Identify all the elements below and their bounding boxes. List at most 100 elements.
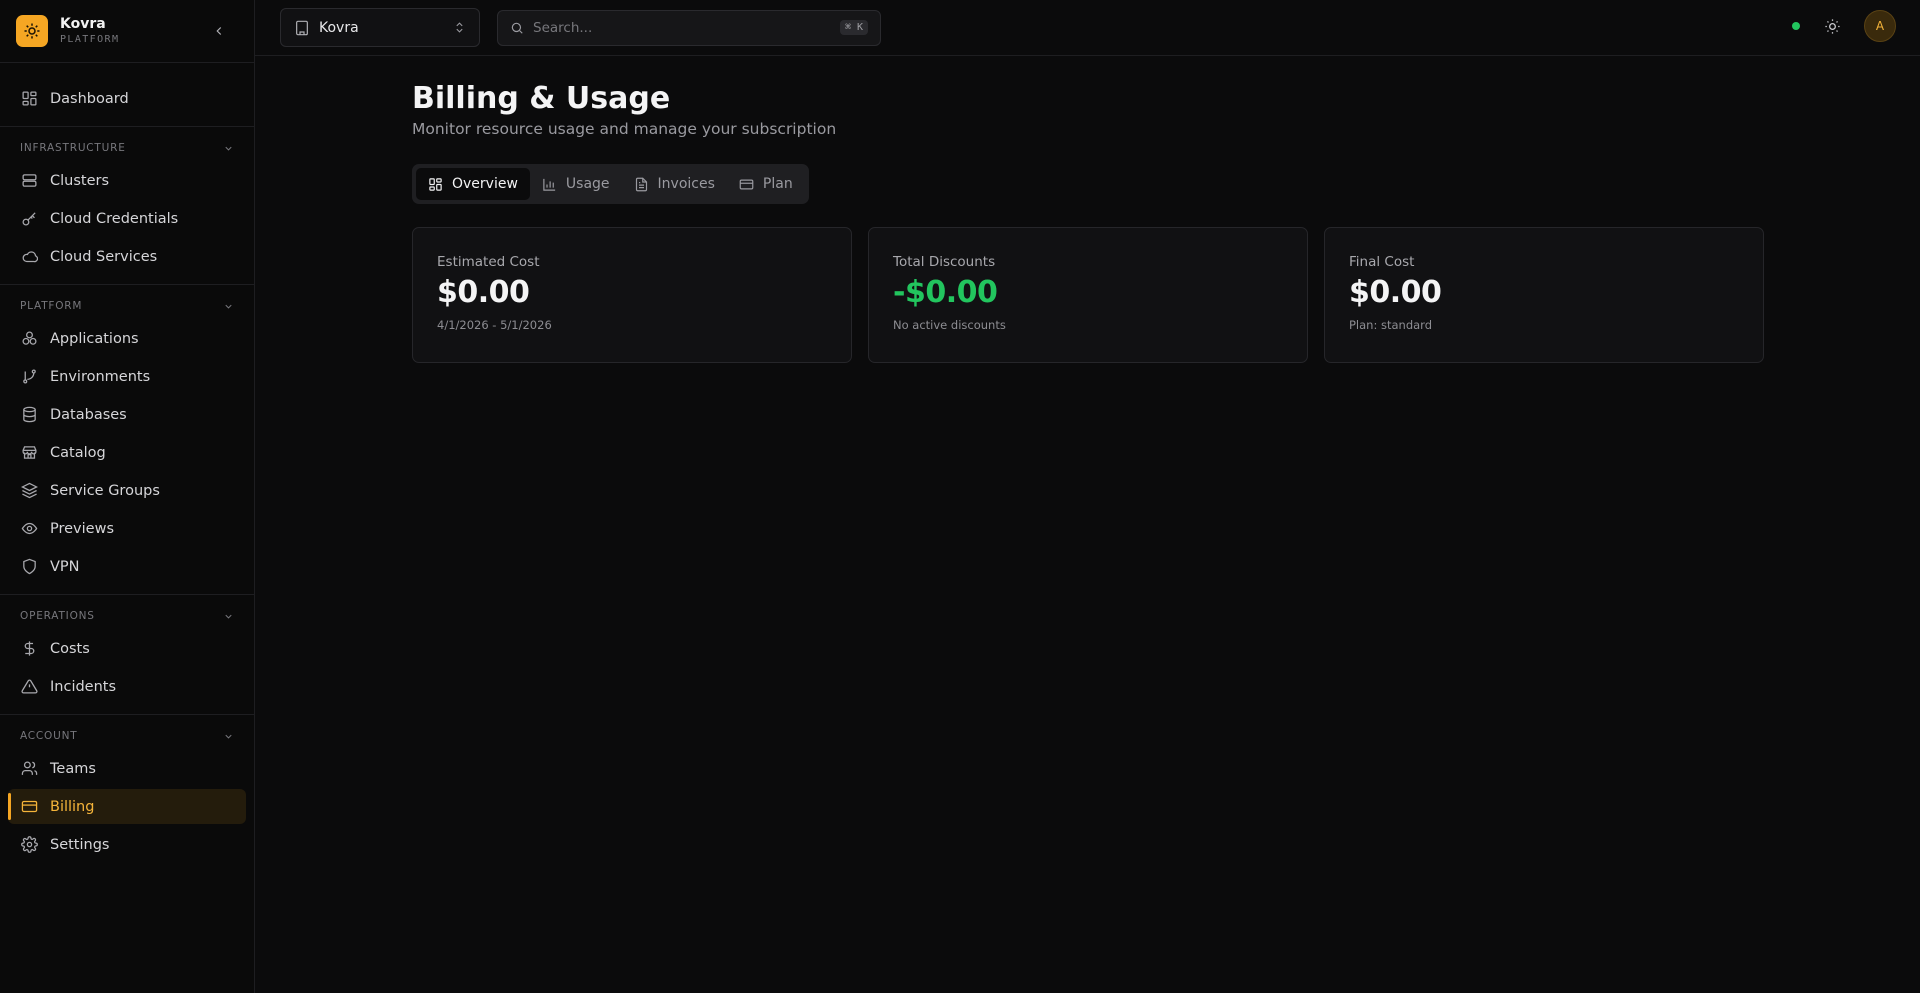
tab-label: Invoices <box>657 176 715 192</box>
sidebar: Kovra PLATFORM Dashboard INFRASTRUCTURE <box>0 0 255 993</box>
search-input[interactable] <box>533 19 840 36</box>
sidebar-item-service-groups[interactable]: Service Groups <box>8 473 246 508</box>
card-label: Estimated Cost <box>437 254 540 270</box>
sidebar-item-label: Cloud Services <box>50 248 158 265</box>
search-box[interactable]: ⌘ K <box>497 9 881 46</box>
divider <box>0 714 254 715</box>
card-label: Final Cost <box>1349 254 1415 270</box>
store-icon <box>20 444 38 462</box>
section-infrastructure[interactable]: INFRASTRUCTURE <box>8 137 246 159</box>
estimated-cost-card: Estimated Cost $0.00 4/1/2026 - 5/1/2026 <box>412 227 852 363</box>
card-note: No active discounts <box>893 318 1006 332</box>
sun-icon <box>1824 18 1840 34</box>
sidebar-item-previews[interactable]: Previews <box>8 511 246 546</box>
page-title: Billing & Usage <box>412 81 671 116</box>
sidebar-item-billing[interactable]: Billing <box>8 789 246 824</box>
grid-icon <box>428 177 443 192</box>
final-cost-card: Final Cost $0.00 Plan: standard <box>1324 227 1764 363</box>
section-account[interactable]: ACCOUNT <box>8 725 246 747</box>
section-title: PLATFORM <box>20 300 83 312</box>
section-title: ACCOUNT <box>20 730 78 742</box>
section-platform[interactable]: PLATFORM <box>8 295 246 317</box>
section-operations[interactable]: OPERATIONS <box>8 605 246 627</box>
sidebar-item-catalog[interactable]: Catalog <box>8 435 246 470</box>
billing-tabs: Overview Usage Invoices Plan <box>412 164 809 204</box>
sidebar-item-label: Dashboard <box>50 90 129 107</box>
card-value: -$0.00 <box>893 275 998 310</box>
sidebar-item-cloud-credentials[interactable]: Cloud Credentials <box>8 201 246 236</box>
status-indicator <box>1792 22 1800 30</box>
database-icon <box>20 406 38 424</box>
chevron-down-icon <box>225 146 232 151</box>
avatar[interactable]: A <box>1864 10 1896 42</box>
card-value: $0.00 <box>437 275 530 310</box>
bar-chart-icon <box>542 177 557 192</box>
sidebar-item-applications[interactable]: Applications <box>8 321 246 356</box>
sidebar-item-label: Cloud Credentials <box>50 210 179 227</box>
sidebar-item-label: Settings <box>50 836 110 853</box>
total-discounts-card: Total Discounts -$0.00 No active discoun… <box>868 227 1308 363</box>
card-note: 4/1/2026 - 5/1/2026 <box>437 318 552 332</box>
sidebar-item-dashboard[interactable]: Dashboard <box>8 81 246 116</box>
main-area: Kovra ⌘ K A Billing & Usage Monitor reso… <box>255 0 1920 993</box>
eye-icon <box>20 520 38 538</box>
sidebar-item-environments[interactable]: Environments <box>8 359 246 394</box>
key-icon <box>20 210 38 228</box>
brand-logo-icon <box>16 15 48 47</box>
tab-invoices[interactable]: Invoices <box>622 168 727 200</box>
sidebar-item-costs[interactable]: Costs <box>8 631 246 666</box>
summary-cards: Estimated Cost $0.00 4/1/2026 - 5/1/2026… <box>412 227 1764 363</box>
brand-subtitle: PLATFORM <box>60 33 120 45</box>
sidebar-item-label: Databases <box>50 406 127 423</box>
sidebar-item-databases[interactable]: Databases <box>8 397 246 432</box>
alert-triangle-icon <box>20 678 38 696</box>
server-icon <box>20 172 38 190</box>
org-name: Kovra <box>319 19 359 36</box>
sidebar-item-label: Environments <box>50 368 151 385</box>
page-subtitle: Monitor resource usage and manage your s… <box>412 120 837 138</box>
sidebar-item-label: Incidents <box>50 678 117 695</box>
chevron-down-icon <box>225 614 232 619</box>
file-text-icon <box>634 177 649 192</box>
search-shortcut: ⌘ K <box>839 20 868 35</box>
sidebar-item-vpn[interactable]: VPN <box>8 549 246 584</box>
sidebar-item-label: VPN <box>50 558 80 575</box>
card-value: $0.00 <box>1349 275 1442 310</box>
credit-card-icon <box>739 177 754 192</box>
shield-icon <box>20 558 38 576</box>
chevron-left-icon <box>216 27 222 35</box>
sidebar-item-incidents[interactable]: Incidents <box>8 669 246 704</box>
git-branch-icon <box>20 368 38 386</box>
card-note: Plan: standard <box>1349 318 1433 332</box>
tab-overview[interactable]: Overview <box>416 168 530 200</box>
dashboard-icon <box>20 90 38 108</box>
sidebar-nav: Dashboard INFRASTRUCTURE Clusters Cloud … <box>0 63 254 993</box>
chevrons-up-down-icon <box>456 22 463 33</box>
tab-label: Overview <box>452 176 518 192</box>
sidebar-item-cloud-services[interactable]: Cloud Services <box>8 239 246 274</box>
sidebar-item-settings[interactable]: Settings <box>8 827 246 862</box>
building-icon <box>296 20 308 35</box>
section-title: INFRASTRUCTURE <box>20 142 126 154</box>
tab-label: Plan <box>762 176 793 192</box>
collapse-sidebar-button[interactable] <box>210 22 228 40</box>
tab-usage[interactable]: Usage <box>530 168 622 200</box>
section-title: OPERATIONS <box>20 610 95 622</box>
org-selector[interactable]: Kovra <box>280 8 480 47</box>
layers-icon <box>20 482 38 500</box>
theme-toggle-button[interactable] <box>1822 16 1842 36</box>
cloud-icon <box>20 248 38 266</box>
sidebar-item-label: Teams <box>50 760 96 777</box>
boxes-icon <box>20 330 38 348</box>
page-content: Billing & Usage Monitor resource usage a… <box>255 56 1920 363</box>
sidebar-item-teams[interactable]: Teams <box>8 751 246 786</box>
tab-label: Usage <box>565 176 610 192</box>
brand-header: Kovra PLATFORM <box>0 0 254 63</box>
search-icon <box>511 22 523 34</box>
tab-plan[interactable]: Plan <box>727 168 805 200</box>
dollar-icon <box>20 640 38 658</box>
sidebar-item-clusters[interactable]: Clusters <box>8 163 246 198</box>
chevron-down-icon <box>225 304 232 309</box>
topbar: Kovra ⌘ K A <box>255 0 1920 56</box>
divider <box>0 126 254 127</box>
